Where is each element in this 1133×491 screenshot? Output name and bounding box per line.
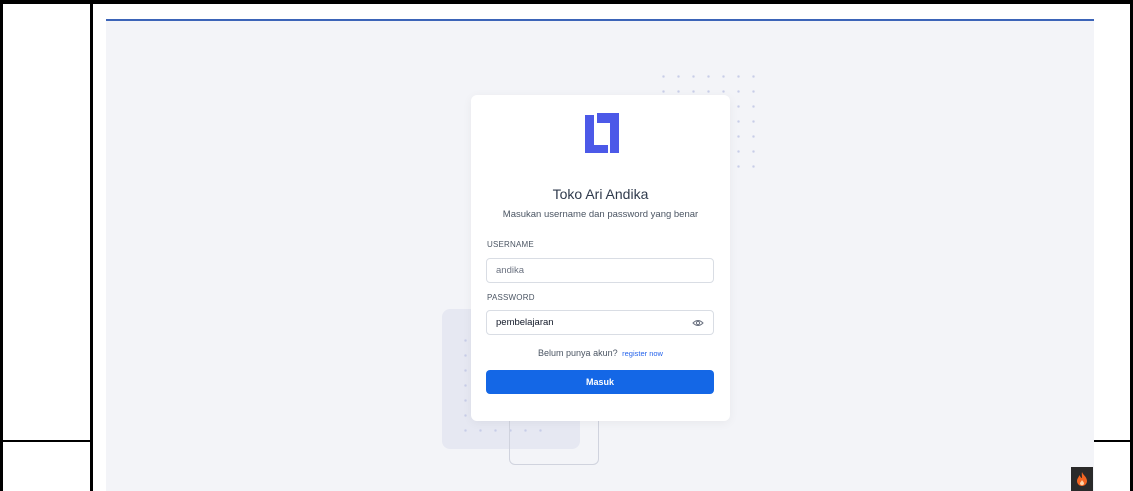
password-input[interactable] xyxy=(486,310,714,335)
frame-left-cell-divider xyxy=(0,440,92,442)
register-prompt: Belum punya akun? xyxy=(538,348,618,358)
screen-frame: Toko Ari Andika Masukan username dan pas… xyxy=(0,0,1133,491)
password-label: PASSWORD xyxy=(487,293,535,302)
page-subtitle: Masukan username dan password yang benar xyxy=(502,209,699,220)
username-label: USERNAME xyxy=(487,240,534,249)
register-prompt-row: Belum punya akun? register now xyxy=(471,348,730,358)
register-link[interactable]: register now xyxy=(622,349,663,358)
login-submit-button[interactable]: Masuk xyxy=(486,370,714,394)
frame-left-border xyxy=(0,0,3,491)
eye-icon[interactable] xyxy=(692,318,704,328)
username-input[interactable] xyxy=(486,258,714,283)
login-card: Toko Ari Andika Masukan username dan pas… xyxy=(471,95,730,421)
brand-logo-icon xyxy=(585,113,619,153)
debug-toolbar-badge[interactable] xyxy=(1071,467,1093,491)
browser-viewport: Toko Ari Andika Masukan username dan pas… xyxy=(106,19,1094,491)
frame-top-border xyxy=(0,0,1133,4)
flame-icon xyxy=(1077,472,1087,486)
frame-column-divider xyxy=(90,0,93,491)
page-title: Toko Ari Andika xyxy=(552,186,649,202)
frame-right-cell-divider xyxy=(1094,440,1133,442)
